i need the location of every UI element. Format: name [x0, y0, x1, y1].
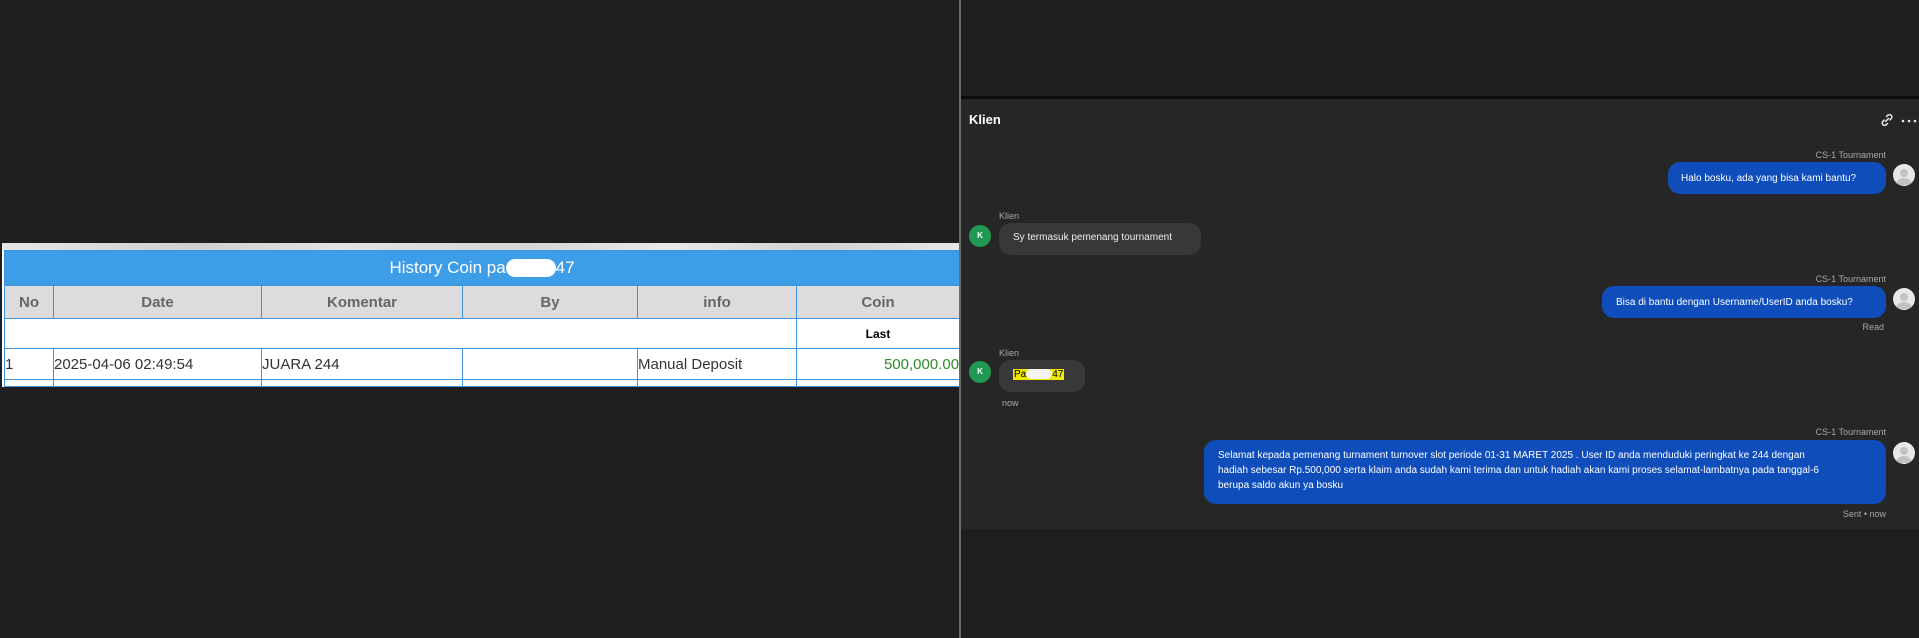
message-status: Sent • now [1842, 509, 1886, 519]
user-avatar-icon [1893, 288, 1915, 310]
subheader-last: Last [795, 318, 959, 349]
message-bubble-outgoing[interactable]: Bisa di bantu dengan Username/UserID and… [1602, 286, 1886, 318]
chat-panel: Klien CS-1 Tournament Halo bosku, ada ya… [961, 99, 1919, 529]
message-bubble-outgoing[interactable]: Selamat kepada pemenang turnament turnov… [1204, 440, 1886, 504]
chat-title: Klien [969, 112, 1001, 127]
avatar: K [969, 225, 991, 247]
column-header-komentar[interactable]: Komentar [261, 285, 463, 319]
cell-coin: 500,000.00 [795, 348, 959, 380]
left-pane: History Coin pa 47 No Date Komentar By in… [0, 0, 959, 638]
user-avatar-icon [1893, 164, 1915, 186]
message-sender: CS-1 Tournament [1815, 427, 1886, 437]
table-title-suffix: 47 [555, 258, 575, 277]
avatar: K [969, 361, 991, 383]
subheader-row: Last [4, 318, 959, 349]
table-title: History Coin pa 47 [3, 250, 959, 286]
table-row-partial [4, 379, 959, 387]
redaction-mark [505, 258, 556, 277]
message-text: Bisa di bantu dengan Username/UserID and… [1616, 297, 1853, 308]
column-header-coin[interactable]: Coin [795, 285, 959, 319]
column-header-by[interactable]: By [462, 285, 638, 319]
column-header-date[interactable]: Date [53, 285, 262, 319]
message-text: Halo bosku, ada yang bisa kami bantu? [1681, 173, 1857, 184]
history-coin-panel: History Coin pa 47 No Date Komentar By in… [2, 243, 959, 387]
redaction-mark [1026, 369, 1053, 380]
history-coin-table: History Coin pa 47 No Date Komentar By in… [3, 250, 959, 387]
message-line: berupa saldo akun ya bosku [1218, 480, 1344, 491]
table-title-prefix: History Coin pa [389, 258, 506, 277]
message-sender: Klien [999, 348, 1020, 358]
message-time: now [1002, 398, 1019, 408]
message-text-prefix: Pa [1014, 369, 1027, 380]
message-line: Selamat kepada pemenang turnament turnov… [1218, 450, 1805, 461]
message-bubble-outgoing[interactable]: Halo bosku, ada yang bisa kami bantu? [1668, 162, 1886, 194]
cell-info: Manual Deposit [637, 348, 797, 380]
user-avatar-icon [1893, 442, 1915, 464]
right-pane: Klien CS-1 Tournament Halo bosku, ada ya… [961, 0, 1919, 638]
subheader-empty [4, 318, 797, 349]
link-icon[interactable] [1879, 112, 1895, 128]
message-line: hadiah sebesar Rp.500,000 serta klaim an… [1218, 465, 1819, 476]
message-sender: Klien [999, 211, 1020, 221]
column-header-no[interactable]: No [4, 285, 54, 319]
message-status: Read [1862, 322, 1884, 332]
message-text-suffix: 47 [1052, 369, 1064, 380]
cell-komentar: JUARA 244 [261, 348, 463, 380]
message-sender: CS-1 Tournament [1815, 150, 1886, 160]
cell-date: 2025-04-06 02:49:54 [53, 348, 262, 380]
chat-header: Klien [961, 99, 1919, 141]
column-header-info[interactable]: info [637, 285, 797, 319]
more-horizontal-icon[interactable] [1901, 118, 1917, 124]
cell-no: 1 [4, 348, 54, 380]
message-sender: CS-1 Tournament [1815, 274, 1886, 284]
message-text: Sy termasuk pemenang tournament [1013, 232, 1172, 243]
highlighted-username: Pa 47 [1013, 369, 1065, 380]
column-header-row: No Date Komentar By info Coin [4, 285, 959, 319]
message-bubble-incoming[interactable]: Sy termasuk pemenang tournament [999, 223, 1201, 255]
background-map-strip [2, 243, 959, 250]
table-row: 1 2025-04-06 02:49:54 JUARA 244 Manual D… [4, 348, 959, 380]
message-bubble-incoming[interactable]: Pa 47 [999, 360, 1085, 392]
cell-by [462, 348, 638, 380]
